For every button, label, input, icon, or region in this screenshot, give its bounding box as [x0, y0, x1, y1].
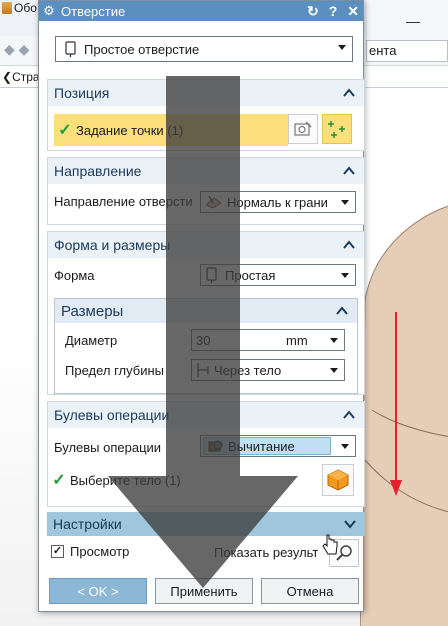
help-icon[interactable]: ?	[329, 3, 338, 19]
select-body-button[interactable]	[322, 464, 354, 496]
titlebar-buttons: ↻ ? ✕	[307, 1, 359, 21]
app-icon	[2, 2, 12, 14]
gear-icon[interactable]: ⚙	[39, 3, 59, 19]
preview-checkbox[interactable]: ✓	[51, 545, 64, 558]
chevron-down-icon	[341, 273, 349, 278]
reset-icon[interactable]: ↻	[307, 3, 319, 20]
tab-arrow-icon: ❮	[2, 70, 13, 84]
chevron-up-icon[interactable]	[342, 164, 356, 178]
position-section-title: Позиция	[54, 85, 110, 101]
check-icon: ✓	[58, 122, 72, 139]
chevron-down-icon	[330, 368, 338, 373]
annotation-arrow-gray	[108, 76, 298, 588]
chevron-down-icon	[338, 45, 346, 50]
minimize-icon[interactable]	[406, 22, 420, 23]
hole-type-value: Простое отверстие	[84, 41, 200, 57]
simple-hole-icon	[65, 41, 76, 57]
chevron-down-icon	[341, 200, 349, 205]
dialog-title: Отверстие	[61, 3, 126, 19]
app-title-text: Обо	[14, 1, 37, 15]
hole-type-select[interactable]: Простое отверстие	[55, 36, 353, 62]
solid-body-icon	[327, 469, 349, 491]
point-dialog-button[interactable]	[322, 114, 352, 144]
hand-cursor-icon	[322, 534, 338, 555]
document-tab[interactable]: ❮Стра	[0, 68, 40, 86]
chevron-down-icon[interactable]	[343, 517, 357, 531]
document-tab-label: Стра	[12, 70, 40, 84]
check-icon: ✓	[52, 472, 66, 489]
chevron-up-icon[interactable]	[335, 304, 349, 318]
chevron-down-icon	[330, 338, 338, 343]
chevron-down-icon	[341, 444, 349, 449]
annotation-arrow-red	[390, 312, 402, 496]
points-plus-icon	[328, 121, 345, 138]
selection-filter-dropdown[interactable]: ента	[366, 40, 448, 62]
chevron-up-icon[interactable]	[342, 86, 356, 100]
chevron-up-icon[interactable]	[342, 408, 356, 422]
toolbar-diamond-icon[interactable]: ◆ ◆	[0, 41, 36, 61]
form-label: Форма	[54, 268, 95, 283]
chevron-up-icon[interactable]	[342, 238, 356, 252]
window-controls	[367, 0, 448, 36]
close-icon[interactable]: ✕	[347, 3, 359, 20]
app-title: Обо	[0, 0, 37, 16]
dialog-titlebar[interactable]: ⚙ Отверстие ↻ ? ✕	[39, 1, 363, 21]
